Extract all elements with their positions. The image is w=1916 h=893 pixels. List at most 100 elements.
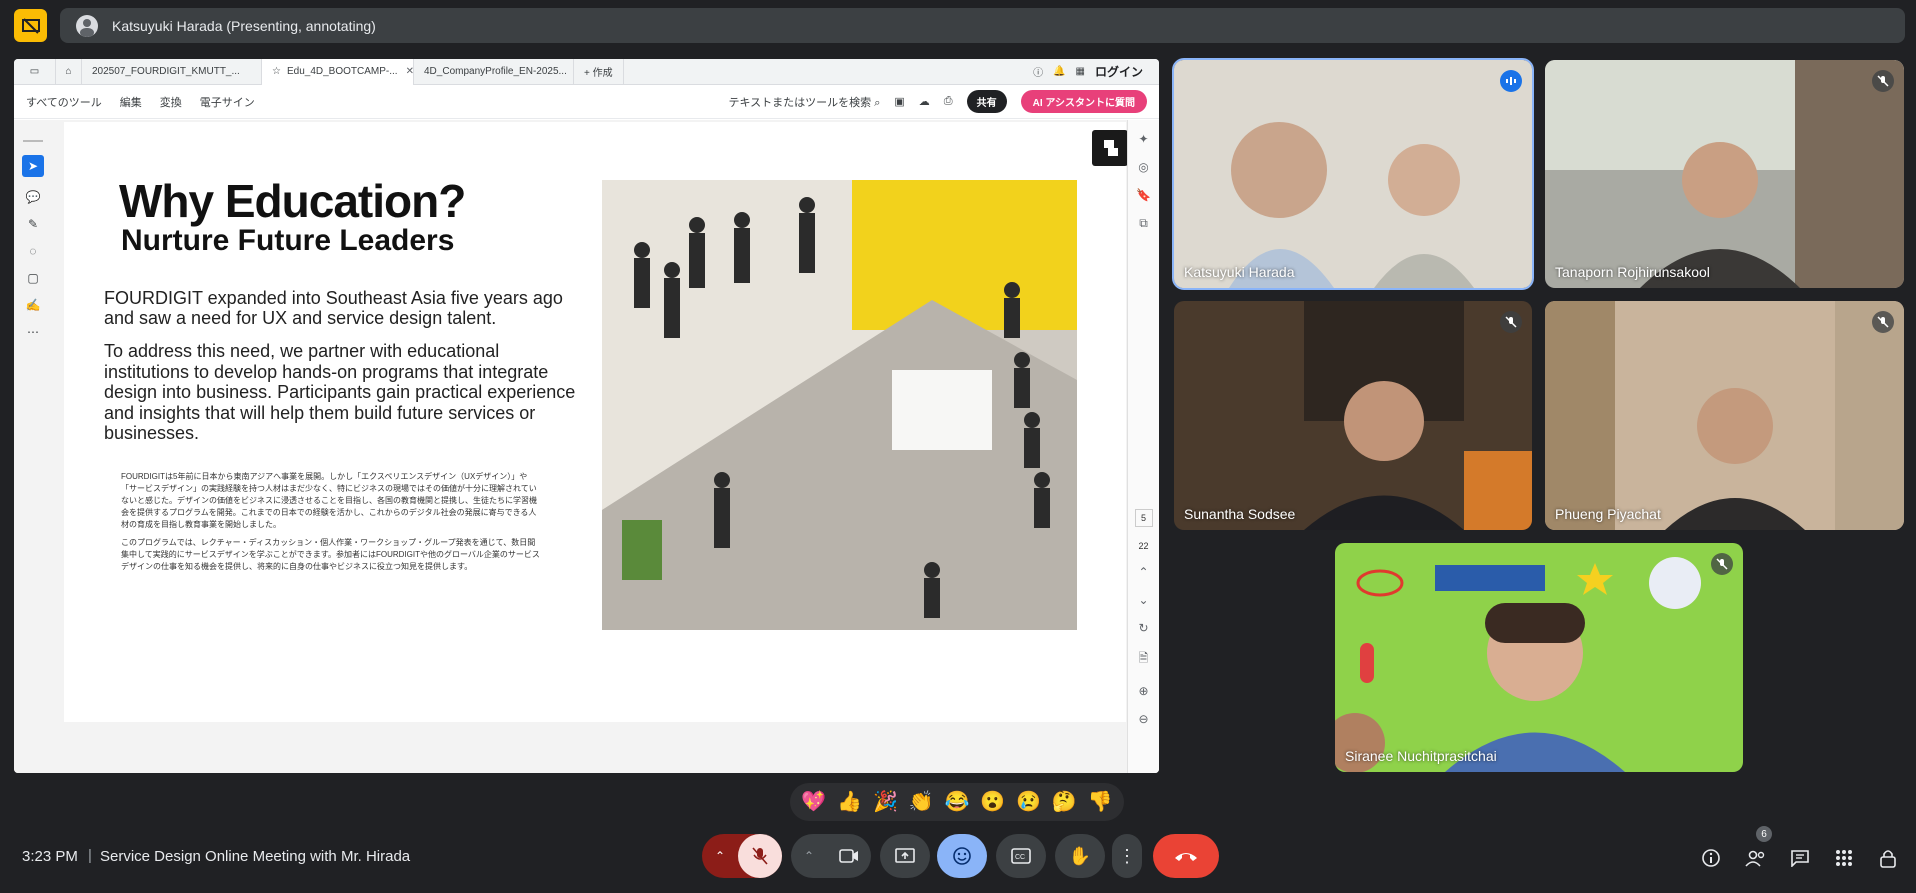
lasso-icon[interactable]: ◌ bbox=[29, 244, 36, 258]
reaction-thinking[interactable]: 🤔 bbox=[1052, 792, 1077, 812]
slide-japanese-text: FOURDIGITは5年前に日本から東南アジアへ事業を展開。しかし「エクスペリエ… bbox=[121, 471, 541, 579]
mic-toggle-button[interactable]: ⌃ bbox=[702, 834, 782, 878]
search-tools[interactable]: テキストまたはツールを検索 ⌕ bbox=[728, 94, 880, 110]
hand-icon: ✋ bbox=[1068, 845, 1092, 866]
menu-e-sign[interactable]: 電子サイン bbox=[200, 94, 255, 110]
camera-options-chevron-icon[interactable]: ⌃ bbox=[791, 849, 827, 863]
browser-tab-bar: ▭ ⌂ 202507_FOURDIGIT_KMUTT_... ☆ Edu_4D_… bbox=[14, 59, 1159, 85]
raise-hand-button[interactable]: ✋ bbox=[1055, 834, 1105, 878]
chat-icon[interactable] bbox=[1788, 846, 1812, 870]
sign-icon[interactable]: ✍ bbox=[26, 298, 41, 312]
document-icon[interactable]: 🗎 bbox=[1139, 649, 1149, 670]
reaction-laugh[interactable]: 😂 bbox=[944, 792, 969, 812]
upload-icon[interactable]: ☁ bbox=[919, 95, 930, 108]
page-total: 22 bbox=[1138, 541, 1149, 551]
tab-3[interactable]: 4D_CompanyProfile_EN-2025... bbox=[414, 59, 574, 85]
page-number-input[interactable]: 5 bbox=[1134, 509, 1153, 527]
pdf-toolbar: すべてのツール 編集 変換 電子サイン テキストまたはツールを検索 ⌕ ▣ ☁ … bbox=[14, 85, 1159, 119]
more-options-button[interactable]: ⋮ bbox=[1112, 834, 1142, 878]
star-icon[interactable]: ☆ bbox=[272, 66, 281, 77]
new-tab-button[interactable]: + 作成 bbox=[574, 59, 624, 85]
svg-text:CC: CC bbox=[1015, 854, 1025, 861]
new-tab-label: + 作成 bbox=[584, 68, 613, 79]
camera-icon[interactable] bbox=[827, 834, 871, 878]
page-up-icon[interactable]: ⌃ bbox=[1138, 565, 1148, 579]
speaking-indicator-icon bbox=[1500, 70, 1522, 92]
text-box-icon[interactable]: ▢ bbox=[27, 271, 38, 285]
print-icon[interactable]: ⎙ bbox=[944, 95, 953, 108]
sidebar-toggle-icon[interactable]: ▭ bbox=[14, 59, 56, 85]
host-controls-lock-icon[interactable] bbox=[1876, 846, 1900, 870]
slide-paragraph-2: To address this need, we partner with ed… bbox=[104, 341, 576, 443]
tab-2[interactable]: ☆ Edu_4D_BOOTCAMP-... ✕ bbox=[262, 59, 414, 85]
refresh-icon[interactable]: ↻ bbox=[1138, 621, 1148, 635]
bookmark-icon[interactable]: 🔖 bbox=[1136, 188, 1151, 202]
reaction-sad[interactable]: 😢 bbox=[1016, 792, 1041, 812]
reaction-surprised[interactable]: 😮 bbox=[980, 792, 1005, 812]
more-icon[interactable]: ⋯ bbox=[27, 325, 39, 339]
captions-button[interactable]: CC bbox=[996, 834, 1046, 878]
more-vert-icon: ⋮ bbox=[1118, 845, 1136, 866]
participant-tile-phueng[interactable]: Phueng Piyachat bbox=[1545, 301, 1904, 530]
mic-off-icon bbox=[1500, 311, 1522, 333]
select-cursor-icon[interactable]: ➤ bbox=[22, 155, 44, 177]
search-icon: ⌕ bbox=[874, 96, 881, 109]
footer-separator: | bbox=[88, 847, 92, 864]
menu-edit[interactable]: 編集 bbox=[120, 94, 142, 110]
help-icon[interactable]: ⓘ bbox=[1033, 64, 1043, 79]
ai-panel-icon[interactable]: ✦ bbox=[1138, 132, 1148, 146]
participant-name: Tanaporn Rojhirunsakool bbox=[1555, 264, 1710, 280]
participant-name: Siranee Nuchitprasitchai bbox=[1345, 748, 1497, 764]
presenter-label: Katsuyuki Harada (Presenting, annotating… bbox=[112, 17, 376, 34]
slide-page: Why Education? Nurture Future Leaders FO… bbox=[64, 122, 1128, 722]
menu-convert[interactable]: 変換 bbox=[160, 94, 182, 110]
menu-all-tools[interactable]: すべてのツール bbox=[26, 94, 102, 110]
share-button[interactable]: 共有 bbox=[966, 90, 1007, 113]
login-button[interactable]: ログイン bbox=[1095, 63, 1143, 80]
slide-title: Why Education? bbox=[119, 175, 466, 227]
reaction-thumbs-down[interactable]: 👎 bbox=[1088, 792, 1113, 812]
pen-icon[interactable]: ✎ bbox=[28, 217, 38, 231]
tab-1[interactable]: 202507_FOURDIGIT_KMUTT_... bbox=[82, 59, 262, 85]
save-icon[interactable]: ▣ bbox=[894, 95, 904, 108]
reaction-party[interactable]: 🎉 bbox=[873, 792, 898, 812]
camera-toggle-button[interactable]: ⌃ bbox=[791, 834, 871, 878]
mic-off-icon[interactable] bbox=[738, 834, 782, 878]
tab-1-label: 202507_FOURDIGIT_KMUTT_... bbox=[92, 66, 240, 77]
toolbar-handle[interactable] bbox=[23, 140, 43, 142]
reaction-heart[interactable]: 💖 bbox=[801, 792, 826, 812]
zoom-out-icon[interactable]: ⊖ bbox=[1138, 712, 1148, 726]
zoom-in-icon[interactable]: ⊕ bbox=[1138, 684, 1148, 698]
shared-screen: ▭ ⌂ 202507_FOURDIGIT_KMUTT_... ☆ Edu_4D_… bbox=[14, 59, 1159, 773]
comment-icon[interactable]: 💬 bbox=[26, 190, 41, 204]
comments-panel-icon[interactable]: ◎ bbox=[1138, 160, 1148, 174]
ai-assistant-button[interactable]: AI アシスタントに質問 bbox=[1020, 90, 1147, 113]
page-down-icon[interactable]: ⌄ bbox=[1138, 593, 1148, 607]
participant-tile-siranee[interactable]: Siranee Nuchitprasitchai bbox=[1335, 543, 1743, 772]
mic-options-chevron-icon[interactable]: ⌃ bbox=[702, 849, 738, 863]
annotation-toolbar: ➤ 💬 ✎ ◌ ▢ ✍ ⋯ bbox=[22, 140, 44, 339]
jp-paragraph-2: このプログラムでは、レクチャー・ディスカッション・個人作業・ワークショップ・グル… bbox=[121, 538, 540, 571]
activities-grid-icon[interactable] bbox=[1832, 846, 1856, 870]
notification-icon[interactable]: 🔔 bbox=[1053, 66, 1065, 77]
close-tab-icon[interactable]: ✕ bbox=[406, 66, 414, 77]
presenter-bar: Katsuyuki Harada (Presenting, annotating… bbox=[60, 8, 1905, 43]
apps-icon[interactable]: ▦ bbox=[1076, 66, 1085, 77]
participant-tile-tanaporn[interactable]: Tanaporn Rojhirunsakool bbox=[1545, 60, 1904, 288]
slide-logo bbox=[1092, 130, 1128, 166]
right-sidebar: ✦ ◎ 🔖 ⧉ 5 22 ⌃ ⌄ ↻ 🗎 ⊕ ⊖ bbox=[1127, 120, 1159, 773]
meeting-info-icon[interactable] bbox=[1699, 846, 1723, 870]
copy-icon[interactable]: ⧉ bbox=[1139, 216, 1148, 231]
present-screen-button[interactable] bbox=[880, 834, 930, 878]
leave-call-button[interactable] bbox=[1153, 834, 1219, 878]
reaction-thumbs-up[interactable]: 👍 bbox=[837, 792, 862, 812]
presentation-stop-icon[interactable] bbox=[14, 9, 47, 42]
reaction-clap[interactable]: 👏 bbox=[909, 792, 934, 812]
tab-3-label: 4D_CompanyProfile_EN-2025... bbox=[424, 66, 567, 77]
reactions-button[interactable] bbox=[937, 834, 987, 878]
meeting-title: Service Design Online Meeting with Mr. H… bbox=[100, 848, 411, 865]
home-icon[interactable]: ⌂ bbox=[56, 59, 82, 85]
participant-tile-sunantha[interactable]: Sunantha Sodsee bbox=[1174, 301, 1532, 530]
people-icon[interactable] bbox=[1744, 846, 1768, 870]
participant-tile-katsuyuki[interactable]: Katsuyuki Harada bbox=[1172, 58, 1534, 290]
